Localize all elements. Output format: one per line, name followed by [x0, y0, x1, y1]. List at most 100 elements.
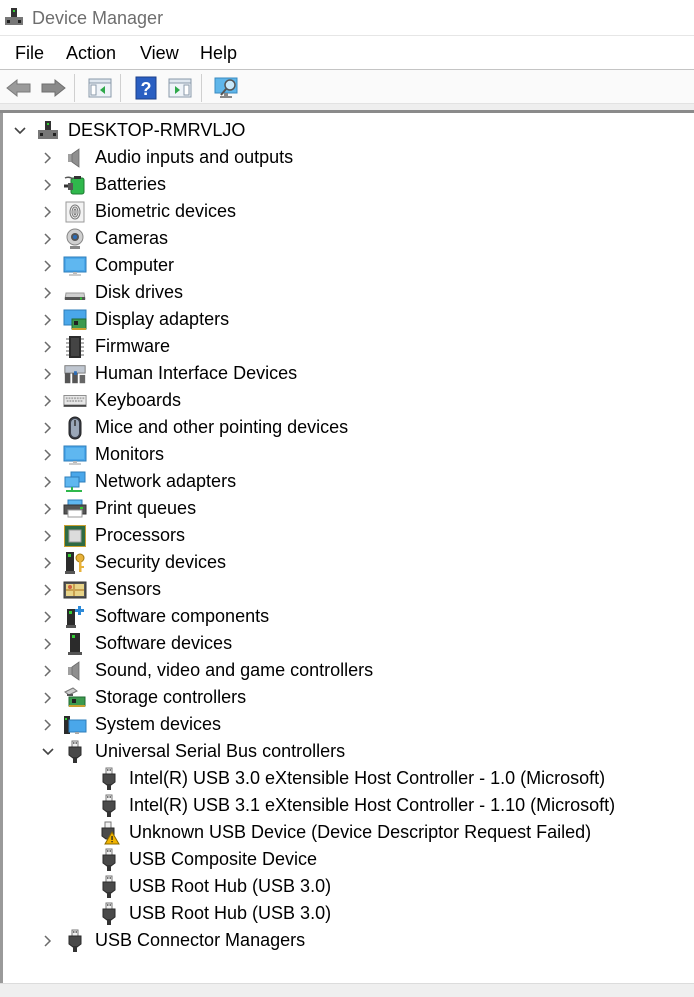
tree-category-cameras[interactable]: Cameras [41, 225, 168, 252]
category-label: USB Connector Managers [95, 930, 306, 950]
chevron-right-icon[interactable] [41, 421, 55, 435]
tree-category-disk-drives[interactable]: Disk drives [41, 279, 183, 306]
tree-root-computer[interactable]: DESKTOP-RMRVLJO [13, 117, 245, 144]
menu-action[interactable]: Action [66, 43, 116, 64]
tree-category-display-adapters[interactable]: Display adapters [41, 306, 229, 333]
menu-bar: File Action View Help [0, 35, 694, 71]
chevron-right-icon[interactable] [41, 151, 55, 165]
tree-category-audio-inputs-and-outputs[interactable]: Audio inputs and outputs [41, 144, 293, 171]
chevron-right-icon[interactable] [41, 313, 55, 327]
tree-category-human-interface-devices[interactable]: Human Interface Devices [41, 360, 297, 387]
chevron-right-icon[interactable] [41, 475, 55, 489]
toolbar-separator [120, 74, 121, 102]
usb-icon [97, 902, 121, 926]
printer-icon [63, 497, 87, 521]
category-label: Monitors [95, 444, 165, 464]
tree-category-storage-controllers[interactable]: Storage controllers [41, 684, 246, 711]
tree-device-unknown-usb-device-device-descriptor-request-failed[interactable]: Unknown USB Device (Device Descriptor Re… [97, 819, 591, 846]
chevron-right-icon[interactable] [41, 529, 55, 543]
tree-category-biometric-devices[interactable]: Biometric devices [41, 198, 236, 225]
console-tree-icon [88, 78, 112, 98]
tree-category-usb-connector-managers[interactable]: USB Connector Managers [41, 927, 305, 954]
tree-category-sensors[interactable]: Sensors [41, 576, 161, 603]
network-icon [63, 470, 87, 494]
chevron-right-icon[interactable] [41, 340, 55, 354]
fingerprint-icon [63, 200, 87, 224]
back-button[interactable] [5, 75, 33, 101]
chevron-right-icon[interactable] [41, 934, 55, 948]
hid-icon [63, 362, 87, 386]
show-hide-action-pane-button[interactable] [166, 75, 194, 101]
forward-button[interactable] [39, 75, 67, 101]
category-label: Sound, video and game controllers [95, 660, 374, 680]
chevron-right-icon[interactable] [41, 286, 55, 300]
chevron-right-icon[interactable] [41, 718, 55, 732]
category-label: Human Interface Devices [95, 363, 298, 383]
menu-help[interactable]: Help [200, 43, 237, 64]
category-label: Keyboards [95, 390, 182, 410]
tree-category-processors[interactable]: Processors [41, 522, 185, 549]
monitor-icon [63, 254, 87, 278]
menu-file[interactable]: File [15, 43, 44, 64]
chevron-right-icon[interactable] [41, 583, 55, 597]
tree-device-usb-root-hub-usb-3-0[interactable]: USB Root Hub (USB 3.0) [97, 873, 331, 900]
scan-monitor-icon [214, 77, 238, 98]
tree-category-print-queues[interactable]: Print queues [41, 495, 196, 522]
title-bar: Device Manager [0, 0, 694, 36]
chevron-down-icon[interactable] [13, 124, 27, 138]
tree-category-firmware[interactable]: Firmware [41, 333, 170, 360]
tree-category-keyboards[interactable]: Keyboards [41, 387, 181, 414]
category-label: Audio inputs and outputs [95, 147, 294, 167]
tree-category-software-devices[interactable]: Software devices [41, 630, 232, 657]
category-label: Processors [95, 525, 186, 545]
category-label: Disk drives [95, 282, 184, 302]
chevron-right-icon[interactable] [41, 178, 55, 192]
tree-category-computer[interactable]: Computer [41, 252, 174, 279]
chevron-right-icon[interactable] [41, 205, 55, 219]
tree-device-intel-r-usb-3-1-extensible-host-controller-1-10-microsoft[interactable]: Intel(R) USB 3.1 eXtensible Host Control… [97, 792, 615, 819]
action-pane-icon [168, 78, 192, 98]
chevron-right-icon[interactable] [41, 259, 55, 273]
device-label: Unknown USB Device (Device Descriptor Re… [129, 822, 592, 842]
tree-category-batteries[interactable]: Batteries [41, 171, 166, 198]
category-label: Print queues [95, 498, 197, 518]
menu-view[interactable]: View [140, 43, 179, 64]
device-manager-app-icon [4, 7, 24, 29]
tree-category-system-devices[interactable]: System devices [41, 711, 221, 738]
tree-category-security-devices[interactable]: Security devices [41, 549, 226, 576]
tree-device-intel-r-usb-3-0-extensible-host-controller-1-0-microsoft[interactable]: Intel(R) USB 3.0 eXtensible Host Control… [97, 765, 605, 792]
chevron-right-icon[interactable] [41, 448, 55, 462]
category-label: Network adapters [95, 471, 237, 491]
chevron-right-icon[interactable] [41, 691, 55, 705]
chevron-right-icon[interactable] [41, 610, 55, 624]
help-button[interactable]: ? [132, 75, 160, 101]
category-label: Sensors [95, 579, 162, 599]
chevron-right-icon[interactable] [41, 637, 55, 651]
scan-hardware-changes-button[interactable] [213, 75, 241, 101]
category-label: Biometric devices [95, 201, 237, 221]
chevron-down-icon[interactable] [41, 745, 55, 759]
chevron-right-icon[interactable] [41, 367, 55, 381]
tree-category-software-components[interactable]: Software components [41, 603, 269, 630]
chevron-right-icon[interactable] [41, 394, 55, 408]
tree-category-monitors[interactable]: Monitors [41, 441, 164, 468]
tree-category-mice-and-other-pointing-devices[interactable]: Mice and other pointing devices [41, 414, 348, 441]
category-label: Mice and other pointing devices [95, 417, 349, 437]
tree-device-usb-composite-device[interactable]: USB Composite Device [97, 846, 317, 873]
show-hide-console-tree-button[interactable] [86, 75, 114, 101]
chevron-right-icon[interactable] [41, 664, 55, 678]
tree-category-universal-serial-bus-controllers[interactable]: Universal Serial Bus controllers [41, 738, 345, 765]
chevron-right-icon[interactable] [41, 556, 55, 570]
chevron-right-icon[interactable] [41, 502, 55, 516]
storage-controller-icon [63, 686, 87, 710]
chip-icon [63, 335, 87, 359]
usb-icon [97, 875, 121, 899]
category-label: Cameras [95, 228, 169, 248]
category-label: Security devices [95, 552, 227, 572]
tree-device-usb-root-hub-usb-3-0[interactable]: USB Root Hub (USB 3.0) [97, 900, 331, 927]
system-devices-icon [63, 713, 87, 737]
tree-category-network-adapters[interactable]: Network adapters [41, 468, 236, 495]
chevron-right-icon[interactable] [41, 232, 55, 246]
toolbar-divider [0, 103, 694, 113]
tree-category-sound-video-and-game-controllers[interactable]: Sound, video and game controllers [41, 657, 373, 684]
